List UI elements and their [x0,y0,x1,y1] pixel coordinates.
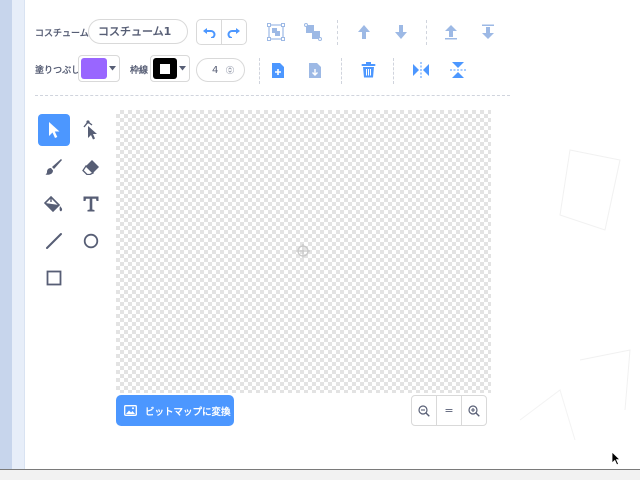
fill-tool[interactable] [38,188,70,220]
ungroup-button[interactable] [301,20,325,44]
flip-horizontal-icon [413,62,429,78]
outline-width-stepper[interactable]: 4 [196,58,245,82]
circle-tool[interactable] [75,225,107,257]
undo-button[interactable] [197,20,221,44]
paint-bucket-icon [44,195,63,213]
group-button[interactable] [264,20,288,44]
zoom-in-icon [468,404,480,417]
bitmap-image-icon [124,405,137,416]
back-icon [482,24,494,39]
flip-vertical-button[interactable] [446,58,470,82]
fill-dropdown-icon [107,66,117,71]
zoom-out-button[interactable] [412,396,436,425]
left-panel-shadow [12,0,25,470]
copy-icon [272,62,284,78]
forward-button[interactable] [352,20,376,44]
text-tool[interactable] [75,188,107,220]
redo-button[interactable] [221,20,246,44]
rectangle-icon [46,270,62,286]
zoom-controls: = [411,395,487,426]
zoom-out-icon [418,404,430,417]
toolbar-divider [337,20,338,45]
costume-name-input[interactable]: コスチューム1 [88,19,188,44]
brush-tool[interactable] [38,151,70,183]
flip-horizontal-button[interactable] [409,58,433,82]
costume-label: コスチューム [35,29,89,39]
paint-editor: コスチューム コスチューム1 塗りつぶし 枠線 4 ビットマップに変換 = [25,0,640,469]
outline-swatch [153,58,177,79]
forward-icon [358,25,370,39]
eraser-icon [82,160,99,175]
toolbar-divider [426,20,427,45]
toolbar-divider [341,58,342,84]
line-tool[interactable] [38,225,70,257]
delete-icon [361,62,375,78]
outline-color-picker[interactable] [150,55,190,82]
backward-button[interactable] [389,20,413,44]
toolbar-divider [393,58,394,84]
backward-icon [395,25,407,39]
brush-icon [45,159,62,175]
redo-icon [227,28,241,38]
paste-icon [309,62,321,78]
rectangle-tool[interactable] [38,262,70,294]
undo-icon [203,28,216,38]
outline-width-value: 4 [212,64,219,76]
window-bottom-bar [0,470,640,480]
outline-label: 枠線 [130,66,149,76]
group-icon [267,23,285,41]
arrow-cursor-icon [49,122,60,138]
front-icon [445,25,457,40]
undo-redo-group [196,19,247,45]
copy-button[interactable] [266,58,290,82]
stepper-arrows-icon [226,65,235,75]
toolbar-bottom-divider [35,95,510,96]
select-tool[interactable] [38,114,70,146]
convert-to-bitmap-button[interactable]: ビットマップに変換 [116,395,234,426]
fill-swatch [81,58,107,79]
fill-label: 塗りつぶし [35,66,81,76]
line-icon [46,233,62,249]
delete-button[interactable] [356,58,380,82]
drawing-canvas[interactable] [116,110,491,393]
zoom-in-button[interactable] [461,396,486,425]
paste-button[interactable] [303,58,327,82]
front-button[interactable] [439,20,463,44]
back-button[interactable] [476,20,500,44]
flip-vertical-icon [450,62,466,78]
mouse-pointer-icon [611,451,621,466]
toolbar-divider [259,58,260,84]
ungroup-icon [304,23,322,41]
convert-to-bitmap-label: ビットマップに変換 [145,406,231,418]
text-t-icon [83,196,99,212]
reshape-tool[interactable] [75,114,107,146]
left-panel-edge [0,0,12,470]
zoom-reset-button[interactable]: = [436,396,461,425]
crosshair-icon [296,244,310,258]
eraser-tool[interactable] [75,151,107,183]
outline-dropdown-icon [177,66,187,71]
circle-icon [83,233,99,249]
reshape-icon [83,120,97,140]
fill-color-picker[interactable] [78,55,120,82]
